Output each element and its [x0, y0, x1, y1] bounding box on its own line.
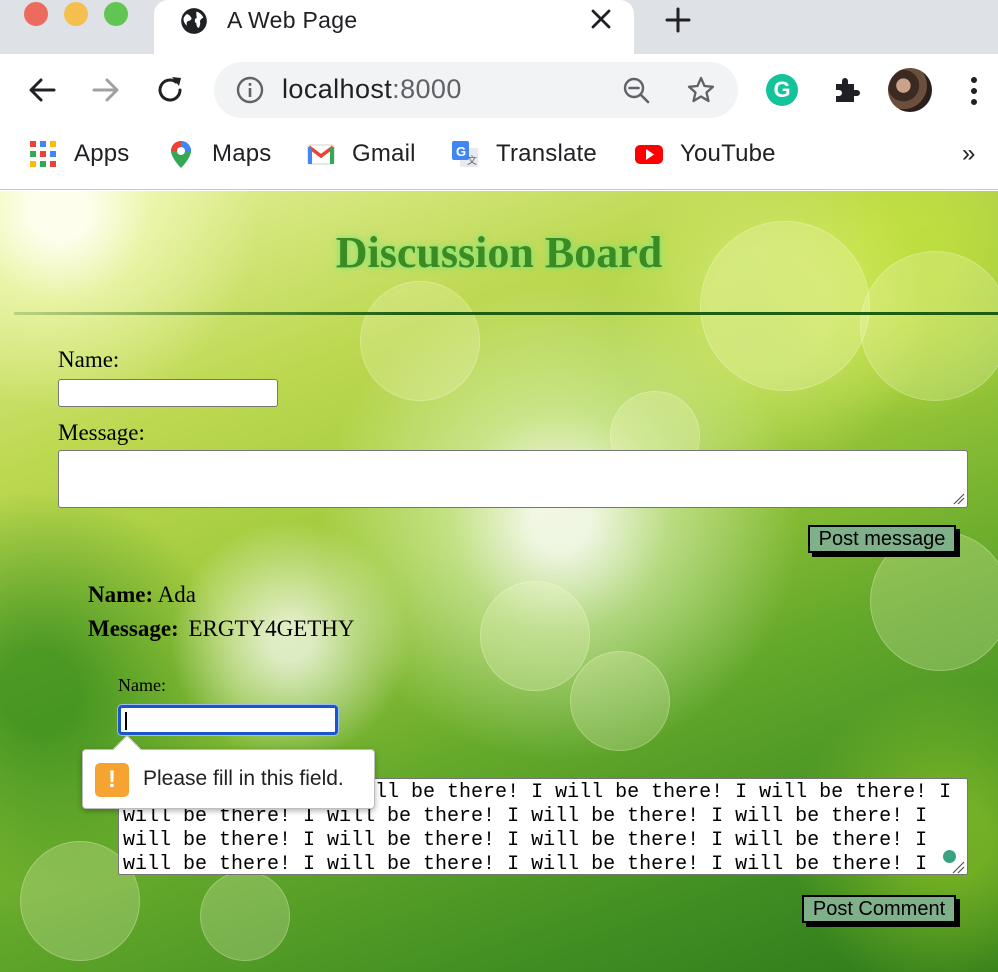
text-caret	[125, 712, 127, 730]
background-bokeh	[570, 651, 670, 751]
svg-text:G: G	[456, 144, 466, 159]
message-label: Message:	[58, 420, 145, 445]
youtube-icon	[635, 145, 663, 164]
maps-pin-icon	[171, 141, 191, 168]
bookmark-apps[interactable]: Apps	[28, 134, 130, 174]
page-content: Discussion Board Name: Message: Post mes…	[0, 191, 998, 972]
grammarly-extension-icon[interactable]: G	[766, 74, 798, 106]
name-label: Name:	[58, 347, 120, 372]
post-name-value: Ada	[157, 582, 196, 607]
post-message-label: Message:	[88, 616, 179, 641]
gmail-icon	[307, 144, 335, 165]
bookmarks-bar: Apps Maps Gmail G 文 Translate YouTube »	[0, 126, 998, 190]
validation-message: Please fill in this field.	[143, 767, 344, 790]
forward-arrow-icon[interactable]	[90, 74, 122, 106]
bookmark-label: Gmail	[352, 140, 416, 167]
new-tab-plus-icon[interactable]	[664, 6, 692, 34]
profile-avatar[interactable]	[888, 68, 932, 112]
bookmark-translate[interactable]: G 文 Translate	[450, 134, 597, 174]
more-bookmarks-chevron-icon[interactable]: »	[962, 140, 975, 168]
address-bar[interactable]: localhost:8000	[214, 62, 738, 118]
post-comment-button[interactable]: Post Comment	[802, 895, 956, 923]
background-bokeh	[200, 871, 290, 961]
globe-icon	[181, 8, 207, 34]
tab-title: A Web Page	[227, 7, 358, 33]
resize-grip-icon[interactable]	[953, 493, 965, 505]
more-menu-icon[interactable]	[962, 76, 986, 106]
background-bokeh	[480, 581, 590, 691]
bookmark-maps[interactable]: Maps	[166, 134, 272, 174]
window-minimize-button[interactable]	[64, 2, 88, 26]
browser-toolbar: localhost:8000 G	[0, 54, 998, 126]
bookmark-label: Maps	[212, 140, 272, 167]
post-message-button[interactable]: Post message	[808, 525, 956, 553]
name-input[interactable]	[58, 379, 278, 407]
tab-strip: A Web Page	[0, 0, 998, 54]
translate-icon: G 文	[452, 141, 478, 167]
zoom-out-icon[interactable]	[622, 76, 650, 104]
post-message-value: ERGTY4GETHY	[188, 616, 355, 641]
comment-name-label: Name:	[118, 675, 166, 695]
url-port: :8000	[392, 74, 462, 104]
close-icon[interactable]	[590, 8, 612, 30]
comment-name-input[interactable]	[118, 705, 338, 735]
url-text[interactable]: localhost:8000	[282, 74, 462, 105]
background-bokeh	[360, 281, 480, 401]
site-info-icon[interactable]	[236, 76, 264, 104]
window-close-button[interactable]	[24, 2, 48, 26]
window-zoom-button[interactable]	[104, 2, 128, 26]
back-arrow-icon[interactable]	[26, 74, 58, 106]
resize-grip-icon[interactable]	[952, 861, 965, 874]
post-message: Message: ERGTY4GETHY	[88, 616, 355, 642]
apps-grid-icon	[30, 141, 56, 167]
post-name-label: Name:	[88, 582, 154, 607]
bookmark-label: Apps	[74, 140, 130, 167]
bookmark-label: Translate	[496, 140, 597, 167]
browser-tab[interactable]: A Web Page	[154, 0, 634, 54]
bookmark-youtube[interactable]: YouTube	[634, 134, 776, 174]
svg-text:文: 文	[467, 154, 477, 167]
title-divider	[14, 312, 998, 315]
reload-icon[interactable]	[154, 74, 186, 106]
post-author: Name: Ada	[88, 582, 196, 608]
message-textarea[interactable]	[58, 450, 968, 508]
url-host: localhost	[282, 74, 393, 104]
page-title: Discussion Board	[335, 228, 663, 277]
bookmark-gmail[interactable]: Gmail	[306, 134, 416, 174]
extensions-puzzle-icon[interactable]	[830, 74, 862, 106]
warning-icon: !	[95, 763, 129, 797]
bookmark-label: YouTube	[680, 140, 776, 167]
tooltip-arrow	[112, 734, 142, 764]
grammarly-letter: G	[773, 77, 791, 102]
validation-tooltip: ! Please fill in this field.	[82, 734, 375, 809]
bookmark-star-icon[interactable]	[686, 75, 716, 105]
